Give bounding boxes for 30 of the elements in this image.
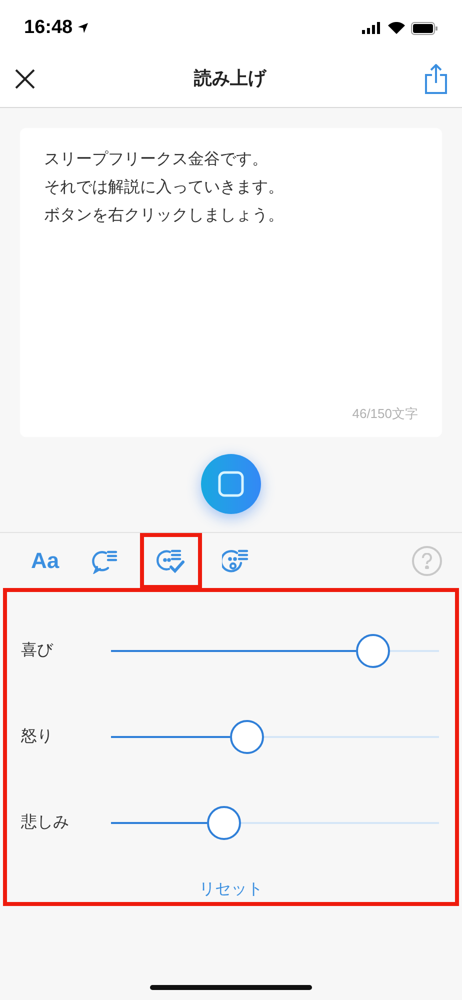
- close-button[interactable]: [14, 68, 36, 90]
- slider-label: 悲しみ: [21, 812, 70, 833]
- text-line: スリープフリークス金谷です。: [44, 150, 268, 170]
- signal-icon: [362, 22, 382, 34]
- slider-thumb[interactable]: [207, 806, 242, 840]
- question-mark-icon: [421, 552, 433, 568]
- toolbar-tab[interactable]: Aa: [20, 532, 70, 588]
- text-input-card[interactable]: スリープフリークス金谷です。 それでは解説に入っていきます。 ボタンを右クリックしましょう。 46/150文字: [20, 128, 442, 437]
- slider-thumb[interactable]: [356, 634, 390, 668]
- battery-icon: [411, 22, 438, 34]
- stop-button[interactable]: [201, 454, 261, 514]
- slider-label: 怒り: [21, 727, 54, 747]
- location-arrow-icon: [76, 22, 89, 34]
- toolbar-tab[interactable]: [140, 532, 202, 588]
- slider[interactable]: [111, 720, 439, 754]
- share-icon: [425, 64, 447, 94]
- wifi-icon: [388, 22, 405, 34]
- text-line: それでは解説に入っていきます。: [44, 178, 284, 198]
- screen-title: 読み上げ: [194, 67, 266, 90]
- slider-label: 喜び: [21, 640, 54, 661]
- slider[interactable]: [111, 634, 439, 668]
- slider-thumb[interactable]: [230, 720, 264, 754]
- share-button[interactable]: [424, 62, 448, 94]
- text-line: ボタンを右クリックしましょう。: [44, 206, 284, 226]
- character-counter: 46/150文字: [352, 404, 418, 422]
- close-icon: [15, 68, 35, 88]
- reset-button[interactable]: リセット: [199, 878, 263, 902]
- stop-icon: [218, 471, 244, 497]
- status-time: 16:48: [24, 16, 73, 40]
- slider[interactable]: [111, 806, 439, 840]
